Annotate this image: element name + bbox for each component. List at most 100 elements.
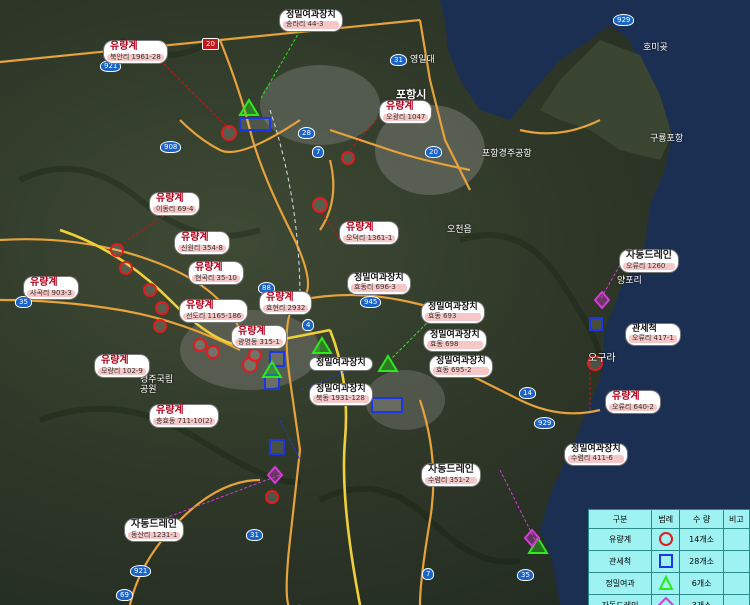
label-address: 현곡리 35-10	[192, 274, 240, 282]
flow-meter-label[interactable]: 유량계 사곡리 903-3	[24, 277, 78, 299]
label-title: 자동드레인	[131, 519, 177, 530]
legend-circle-icon	[651, 528, 681, 551]
label-address: 오광리 1047	[383, 113, 429, 121]
place-pohang-city: 포항시	[396, 88, 427, 101]
legend-count: 6개소	[679, 572, 724, 595]
label-address: 선도리 1165-186	[183, 312, 245, 320]
flow-meter-label[interactable]: 유량계 효현리 2932	[260, 292, 312, 314]
label-address: 효현리 2932	[263, 304, 309, 312]
label-address: 효동 693	[425, 313, 481, 321]
label-address: 오류리 640-2	[609, 403, 657, 411]
legend-table: 구분 범례 수 량 비고 유량계 14개소 관세척 28개소 정밀여과 6개소 …	[587, 509, 750, 605]
legend-row: 유량계 14개소	[587, 528, 750, 551]
place-yangpo: 양포리	[617, 276, 642, 286]
label-title: 유량계	[156, 405, 184, 416]
precision-filter-label[interactable]: 정밀여과장치 효동 693	[422, 302, 484, 323]
legend-header: 범례	[651, 509, 681, 529]
label-address: 오류리 1260	[623, 262, 675, 270]
label-address: 동산리 1231-1	[128, 531, 181, 539]
label-address: 북동 1931-128	[313, 395, 369, 403]
flow-meter-label[interactable]: 유량계 오덕리 1361-1	[340, 222, 399, 244]
legend-name: 관세척	[587, 550, 653, 573]
label-title: 유량계	[612, 391, 640, 402]
route-shield: 20	[202, 38, 219, 50]
precision-filter-label[interactable]: 정밀여과장치 효동리 696-3	[348, 273, 410, 294]
precision-filter-label[interactable]: 정밀여과장치 효동 695-2	[430, 356, 492, 377]
route-shield: 14	[519, 387, 536, 399]
legend-row: 자동드레인 3개소	[587, 594, 750, 605]
label-address: 북안리 1961-28	[107, 53, 164, 61]
label-address: 이동리 69-4	[153, 205, 197, 213]
route-shield: 20	[425, 146, 442, 158]
precision-filter-label[interactable]: 정밀여과장치 북동 1931-128	[310, 384, 372, 405]
label-title: 정밀여과장치	[428, 302, 478, 312]
label-title: 유량계	[195, 262, 223, 273]
label-title: 유량계	[238, 326, 266, 337]
label-address: 모량리 102-9	[98, 367, 146, 375]
legend-triangle-icon	[651, 572, 681, 595]
legend-header: 비고	[722, 509, 750, 529]
route-shield: 908	[160, 141, 182, 153]
label-title: 유량계	[30, 277, 58, 288]
precision-filter-label[interactable]: 정밀여과장치 수렴리 411-6	[565, 444, 627, 465]
auto-drain-label[interactable]: 자동드레인 수렴리 351-2	[422, 464, 480, 486]
label-title: 자동드레인	[428, 464, 474, 475]
route-shield: 4	[302, 319, 315, 331]
legend-count: 3개소	[679, 594, 724, 605]
label-title: 유량계	[386, 101, 414, 112]
flow-meter-label[interactable]: 유량계 오류리 640-2	[606, 391, 660, 413]
label-title: 정밀여과장치	[430, 330, 480, 340]
label-address: 효동 695-2	[433, 367, 489, 375]
flow-meter-label[interactable]: 유량계 광명동 315-1	[232, 326, 286, 348]
label-address: 송라리 44-3	[283, 21, 339, 29]
label-title: 유량계	[156, 193, 184, 204]
legend-name: 자동드레인	[587, 594, 653, 605]
legend-note	[722, 594, 750, 605]
satellite-map[interactable]: 929 20 921 31 20 908 7 28 945 88 4 14 92…	[0, 0, 750, 605]
flow-meter-label[interactable]: 유량계 선도리 1165-186	[180, 300, 248, 322]
legend-note	[722, 528, 750, 551]
legend-name: 유량계	[587, 528, 653, 551]
flow-meter-label[interactable]: 유량계 오광리 1047	[380, 101, 432, 123]
flow-meter-label[interactable]: 유량계 이동리 69-4	[150, 193, 200, 215]
legend-count: 14개소	[679, 528, 724, 551]
route-shield: 929	[534, 417, 556, 429]
label-address: 광명동 315-1	[235, 338, 283, 346]
label-title: 정밀여과장치	[316, 384, 366, 394]
route-shield: 31	[246, 529, 263, 541]
place-national-park: 경주국립공원	[140, 375, 174, 395]
route-shield: 7	[422, 568, 435, 580]
precision-filter-label[interactable]: 정밀여과장치	[310, 358, 372, 371]
label-title: 유량계	[101, 355, 129, 366]
place-homigot: 호미곶	[643, 43, 668, 53]
label-address: 충효동 711-10(2)	[153, 417, 216, 425]
place-ogori: 오구라	[588, 353, 616, 364]
label-address: 수렴리 411-6	[568, 455, 624, 463]
route-shield: 929	[613, 14, 635, 26]
precision-filter-label[interactable]: 정밀여과장치 효동 698	[424, 330, 486, 351]
route-shield: 35	[517, 569, 534, 581]
label-title: 유량계	[266, 292, 294, 303]
pipe-cleaning-label[interactable]: 관세척 오류리 417-1	[626, 324, 680, 345]
label-address: 신원리 354-8	[178, 244, 226, 252]
auto-drain-label[interactable]: 자동드레인 동산리 1231-1	[125, 519, 184, 541]
label-title: 유량계	[181, 232, 209, 243]
flow-meter-label[interactable]: 유량계 모량리 102-9	[95, 355, 149, 377]
label-address: 효동리 696-3	[351, 284, 407, 292]
flow-meter-label[interactable]: 유량계 북안리 1961-28	[104, 41, 167, 63]
label-title: 자동드레인	[626, 250, 672, 261]
flow-meter-label[interactable]: 유량계 신원리 354-8	[175, 232, 229, 254]
precision-filter-label[interactable]: 정밀여과장치 송라리 44-3	[280, 10, 342, 31]
legend-diamond-icon	[651, 594, 681, 605]
route-shield: 7	[312, 146, 325, 158]
legend-note	[722, 572, 750, 595]
place-airport: 포항경주공항	[482, 149, 532, 159]
legend-note	[722, 550, 750, 573]
flow-meter-label[interactable]: 유량계 충효동 711-10(2)	[150, 405, 219, 427]
legend-header-row: 구분 범례 수 량 비고	[587, 509, 750, 529]
legend-row: 정밀여과 6개소	[587, 572, 750, 595]
flow-meter-label[interactable]: 유량계 현곡리 35-10	[189, 262, 243, 284]
legend-header: 수 량	[679, 509, 724, 529]
auto-drain-label[interactable]: 자동드레인 오류리 1260	[620, 250, 678, 272]
label-address: 사곡리 903-3	[27, 289, 75, 297]
